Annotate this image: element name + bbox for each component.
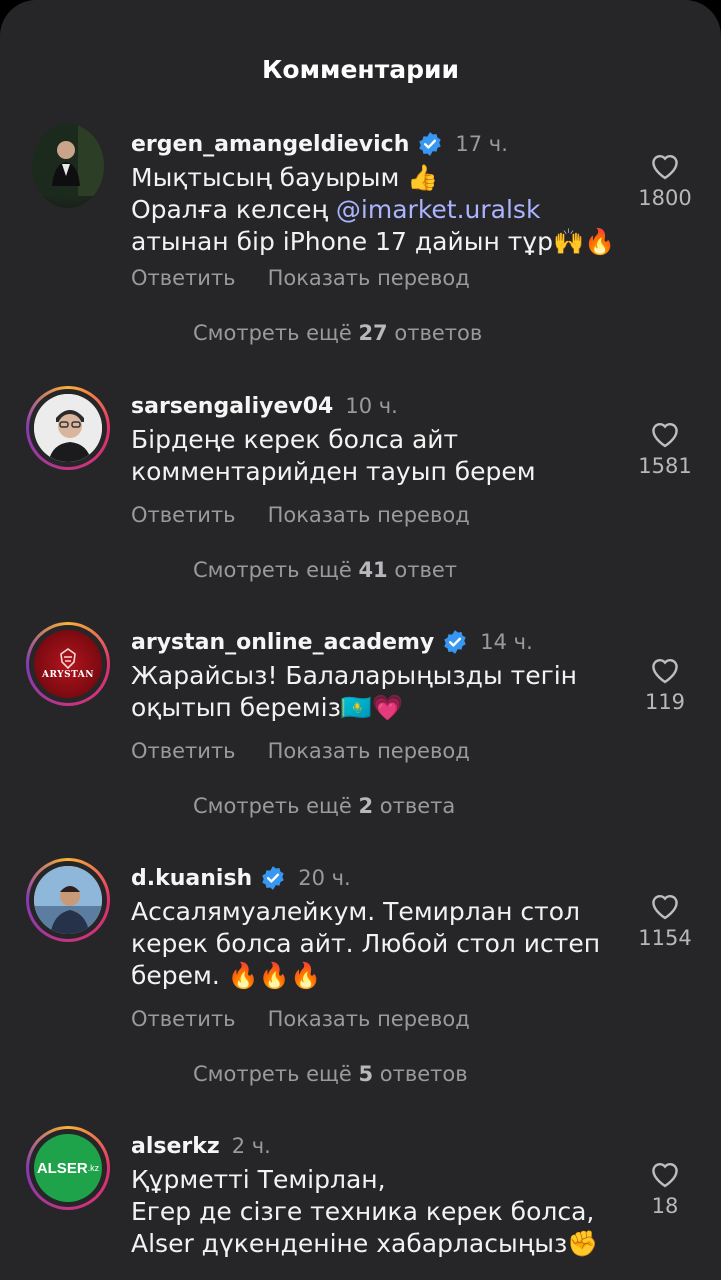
comment-text: Құрметті Темірлан, Егер де сізге техника… <box>131 1164 621 1260</box>
comment-line: оқытып береміз🇰🇿💗 <box>131 693 404 722</box>
translate-button[interactable]: Показать перевод <box>268 1007 470 1031</box>
comment-time: 20 ч. <box>298 866 351 890</box>
like-button[interactable]: 1800 <box>625 150 705 210</box>
reply-button[interactable]: Ответить <box>131 503 236 527</box>
comment-text: Бірдеңе керек болса айт комментарийден т… <box>131 424 621 488</box>
avatar[interactable] <box>26 124 110 208</box>
username[interactable]: ergen_amangeldievich <box>131 132 409 157</box>
like-button[interactable]: 1581 <box>625 418 705 478</box>
comment-line: комментарийден тауып берем <box>131 457 536 486</box>
view-replies-button[interactable]: Смотреть ещё 41 ответ <box>193 558 457 582</box>
comment-text: Ассалямуалейкум. Темирлан стол керек бол… <box>131 896 621 992</box>
avatar[interactable] <box>26 858 110 942</box>
comment-time: 2 ч. <box>231 1134 271 1158</box>
comments-sheet: Комментарии ergen_amangeldievich 17 ч. М… <box>0 0 721 1280</box>
view-replies-button[interactable]: Смотреть ещё 2 ответа <box>193 794 455 818</box>
username[interactable]: alserkz <box>131 1134 220 1159</box>
heart-outline-icon <box>652 422 678 448</box>
like-button[interactable]: 1154 <box>625 890 705 950</box>
avatar[interactable]: ARYSTAN <box>26 622 110 706</box>
verified-badge-icon <box>419 132 442 156</box>
comment-line: Оралға келсең @imarket.uralsk <box>131 195 541 224</box>
heart-outline-icon <box>652 154 678 180</box>
comment-line: берем. 🔥🔥🔥 <box>131 961 322 990</box>
like-button[interactable]: 119 <box>625 654 705 714</box>
comment-time: 17 ч. <box>455 132 508 156</box>
comment-line: керек болса айт. Любой стол истеп <box>131 929 601 958</box>
person-photo-icon <box>34 394 102 462</box>
comment-actions: Ответить Показать перевод <box>131 739 470 763</box>
verified-badge-icon <box>262 866 284 890</box>
username[interactable]: sarsengaliyev04 <box>131 394 333 419</box>
comment-line: Ассалямуалейкум. Темирлан стол <box>131 897 580 926</box>
reply-button[interactable]: Ответить <box>131 266 236 290</box>
comment-actions: Ответить Показать перевод <box>131 503 470 527</box>
person-photo-icon <box>34 866 102 934</box>
translate-button[interactable]: Показать перевод <box>268 739 470 763</box>
comment-line: Мықтысың бауырым 👍 <box>131 163 439 192</box>
like-button[interactable]: 18 <box>625 1158 705 1218</box>
username[interactable]: d.kuanish <box>131 866 252 891</box>
heart-outline-icon <box>652 894 678 920</box>
comment-time: 10 ч. <box>345 394 398 418</box>
translate-button[interactable]: Показать перевод <box>268 266 470 290</box>
username[interactable]: arystan_online_academy <box>131 630 434 655</box>
avatar[interactable]: ALSER .kz <box>26 1126 110 1210</box>
mention-link[interactable]: @imarket.uralsk <box>336 195 541 224</box>
comment-line: атынан бір iPhone 17 дайын тұр🙌🔥 <box>131 227 616 256</box>
comment-header: d.kuanish 20 ч. <box>131 862 351 894</box>
like-count: 1154 <box>638 926 692 950</box>
comment-line: Жарайсыз! Балаларыңызды тегін <box>131 661 577 690</box>
translate-button[interactable]: Показать перевод <box>268 503 470 527</box>
like-count: 119 <box>644 690 686 714</box>
comment-header: ergen_amangeldievich 17 ч. <box>131 128 508 160</box>
comment-text: Мықтысың бауырым 👍 Оралға келсең @imarke… <box>131 162 621 258</box>
reply-button[interactable]: Ответить <box>131 739 236 763</box>
comment-time: 14 ч. <box>480 630 533 654</box>
verified-badge-icon <box>444 630 466 654</box>
heart-outline-icon <box>652 658 678 684</box>
comment-header: arystan_online_academy 14 ч. <box>131 626 533 658</box>
view-replies-button[interactable]: Смотреть ещё 27 ответов <box>193 321 482 345</box>
person-photo-icon <box>32 124 104 196</box>
comment-actions: Ответить Показать перевод <box>131 1007 470 1031</box>
comment-line: Бірдеңе керек болса айт <box>131 425 459 454</box>
avatar-logo-text: ALSER <box>36 1159 88 1177</box>
comment-line: Alser дүкенденіне хабарласыңыз✊ <box>131 1229 599 1258</box>
like-count: 1800 <box>638 186 692 210</box>
like-count: 18 <box>651 1194 679 1218</box>
comment-actions: Ответить Показать перевод <box>131 266 470 290</box>
comment-header: sarsengaliyev04 10 ч. <box>131 390 398 422</box>
reply-button[interactable]: Ответить <box>131 1007 236 1031</box>
avatar[interactable] <box>26 386 110 470</box>
view-replies-button[interactable]: Смотреть ещё 5 ответов <box>193 1062 468 1086</box>
sheet-header: Комментарии <box>0 0 721 110</box>
sheet-title: Комментарии <box>262 54 459 84</box>
lion-logo-icon <box>60 648 76 670</box>
avatar-logo-text: ARYSTAN <box>41 670 95 680</box>
avatar-logo-suffix: .kz <box>87 1163 100 1173</box>
heart-outline-icon <box>652 1162 678 1188</box>
comment-text: Жарайсыз! Балаларыңызды тегін оқытып бер… <box>131 660 621 724</box>
like-count: 1581 <box>638 454 692 478</box>
comment-line: Құрметті Темірлан, <box>131 1165 386 1194</box>
comment-header: alserkz 2 ч. <box>131 1130 271 1162</box>
comment-line: Егер де сізге техника керек болса, <box>131 1197 595 1226</box>
